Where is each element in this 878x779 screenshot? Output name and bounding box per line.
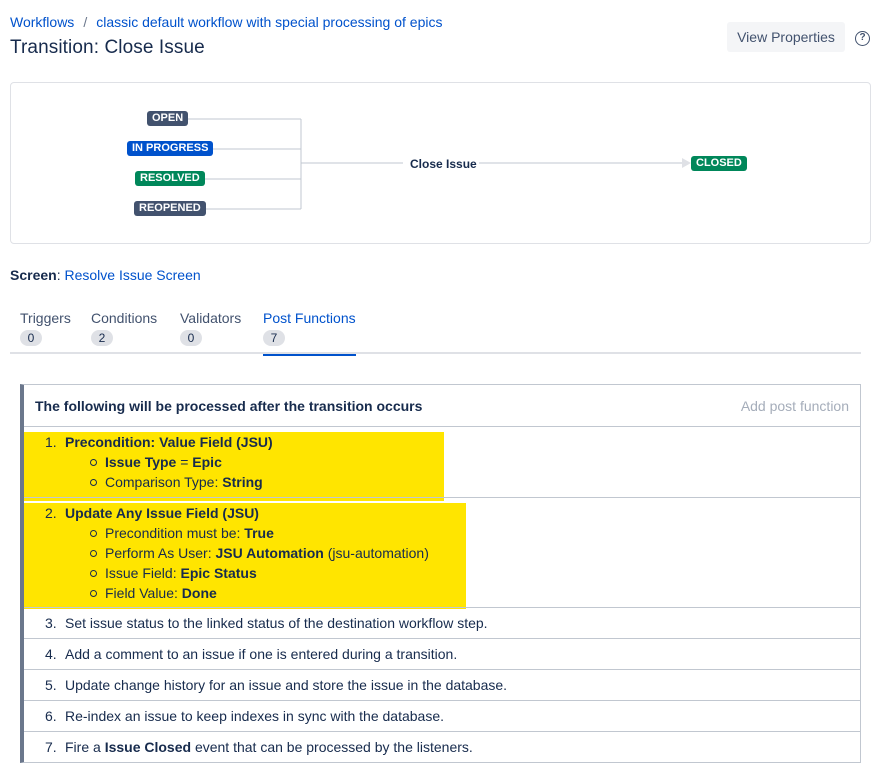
- transition-diagram: OPEN IN PROGRESS RESOLVED REOPENED Close…: [10, 82, 871, 244]
- status-in-progress: IN PROGRESS: [127, 141, 214, 156]
- detail-item: Issue Field: Epic Status: [90, 565, 257, 581]
- bullet-icon: [90, 459, 97, 466]
- post-function-row: 5. Update change history for an issue and…: [24, 670, 860, 701]
- screen-label: Screen: [10, 267, 57, 283]
- post-function-text: 7. Fire a Issue Closed event that can be …: [45, 739, 473, 755]
- tab-label: Post Functions: [263, 310, 356, 326]
- tab-label: Conditions: [91, 310, 158, 326]
- status-reopened: REOPENED: [134, 201, 206, 216]
- post-function-text: 6. Re-index an issue to keep indexes in s…: [45, 708, 445, 724]
- detail-item: Field Value: Done: [90, 585, 217, 601]
- bullet-icon: [90, 550, 97, 557]
- post-function-row: 1. Precondition: Value Field (JSU) Issue …: [24, 427, 860, 498]
- post-functions-panel: The following will be processed after th…: [20, 384, 861, 763]
- post-function-row: 4. Add a comment to an issue if one is en…: [24, 639, 860, 670]
- tab-triggers[interactable]: Triggers 0: [20, 310, 71, 354]
- add-post-function-link[interactable]: Add post function: [741, 398, 849, 414]
- detail-item: Precondition must be: True: [90, 525, 274, 541]
- detail-item: Comparison Type: String: [90, 474, 263, 490]
- post-function-title: 1. Precondition: Value Field (JSU): [45, 434, 273, 450]
- post-function-row: 7. Fire a Issue Closed event that can be …: [24, 732, 860, 762]
- page-title: Transition: Close Issue: [10, 37, 205, 58]
- tab-label: Triggers: [20, 310, 71, 326]
- screen-info: Screen: Resolve Issue Screen: [10, 267, 201, 283]
- bullet-icon: [90, 590, 97, 597]
- tab-count-badge: 0: [20, 330, 42, 346]
- tab-label: Validators: [180, 310, 242, 326]
- bullet-icon: [90, 479, 97, 486]
- bullet-icon: [90, 570, 97, 577]
- transition-tabs: Triggers 0 Conditions 2 Validators 0 Pos…: [10, 310, 861, 356]
- bullet-icon: [90, 530, 97, 537]
- tab-count-badge: 0: [180, 330, 202, 346]
- help-icon[interactable]: ?: [855, 31, 870, 46]
- status-resolved: RESOLVED: [135, 171, 205, 186]
- post-function-text: 5. Update change history for an issue and…: [45, 677, 508, 693]
- transition-label: Close Issue: [410, 157, 477, 171]
- tab-conditions[interactable]: Conditions 2: [91, 310, 157, 354]
- screen-link[interactable]: Resolve Issue Screen: [64, 267, 200, 283]
- detail-item: Perform As User: JSU Automation (jsu-aut…: [90, 545, 429, 561]
- post-functions-header: The following will be processed after th…: [24, 385, 860, 427]
- tab-post-functions[interactable]: Post Functions 7: [263, 310, 356, 356]
- post-function-row: 6. Re-index an issue to keep indexes in s…: [24, 701, 860, 732]
- breadcrumb-workflows-link[interactable]: Workflows: [10, 14, 74, 30]
- tab-count-badge: 2: [91, 330, 113, 346]
- post-function-row: 3. Set issue status to the linked status …: [24, 608, 860, 639]
- detail-item: Issue Type = Epic: [90, 454, 222, 470]
- post-function-row: 2. Update Any Issue Field (JSU) Precondit…: [24, 498, 860, 608]
- status-closed: CLOSED: [691, 156, 747, 171]
- post-function-title: 2. Update Any Issue Field (JSU): [45, 505, 259, 521]
- breadcrumb: Workflows / classic default workflow with …: [10, 14, 442, 30]
- status-open: OPEN: [147, 111, 189, 126]
- post-function-text: 4. Add a comment to an issue if one is en…: [45, 646, 458, 662]
- arrow-head-icon: [682, 158, 691, 168]
- post-function-text: 3. Set issue status to the linked status …: [45, 615, 488, 631]
- breadcrumb-separator: /: [83, 14, 88, 30]
- tab-validators[interactable]: Validators 0: [180, 310, 241, 354]
- post-functions-title: The following will be processed after th…: [35, 398, 423, 414]
- breadcrumb-workflow-link[interactable]: classic default workflow with special pr…: [96, 14, 442, 30]
- view-properties-button[interactable]: View Properties: [727, 22, 845, 52]
- tab-count-badge: 7: [263, 330, 285, 346]
